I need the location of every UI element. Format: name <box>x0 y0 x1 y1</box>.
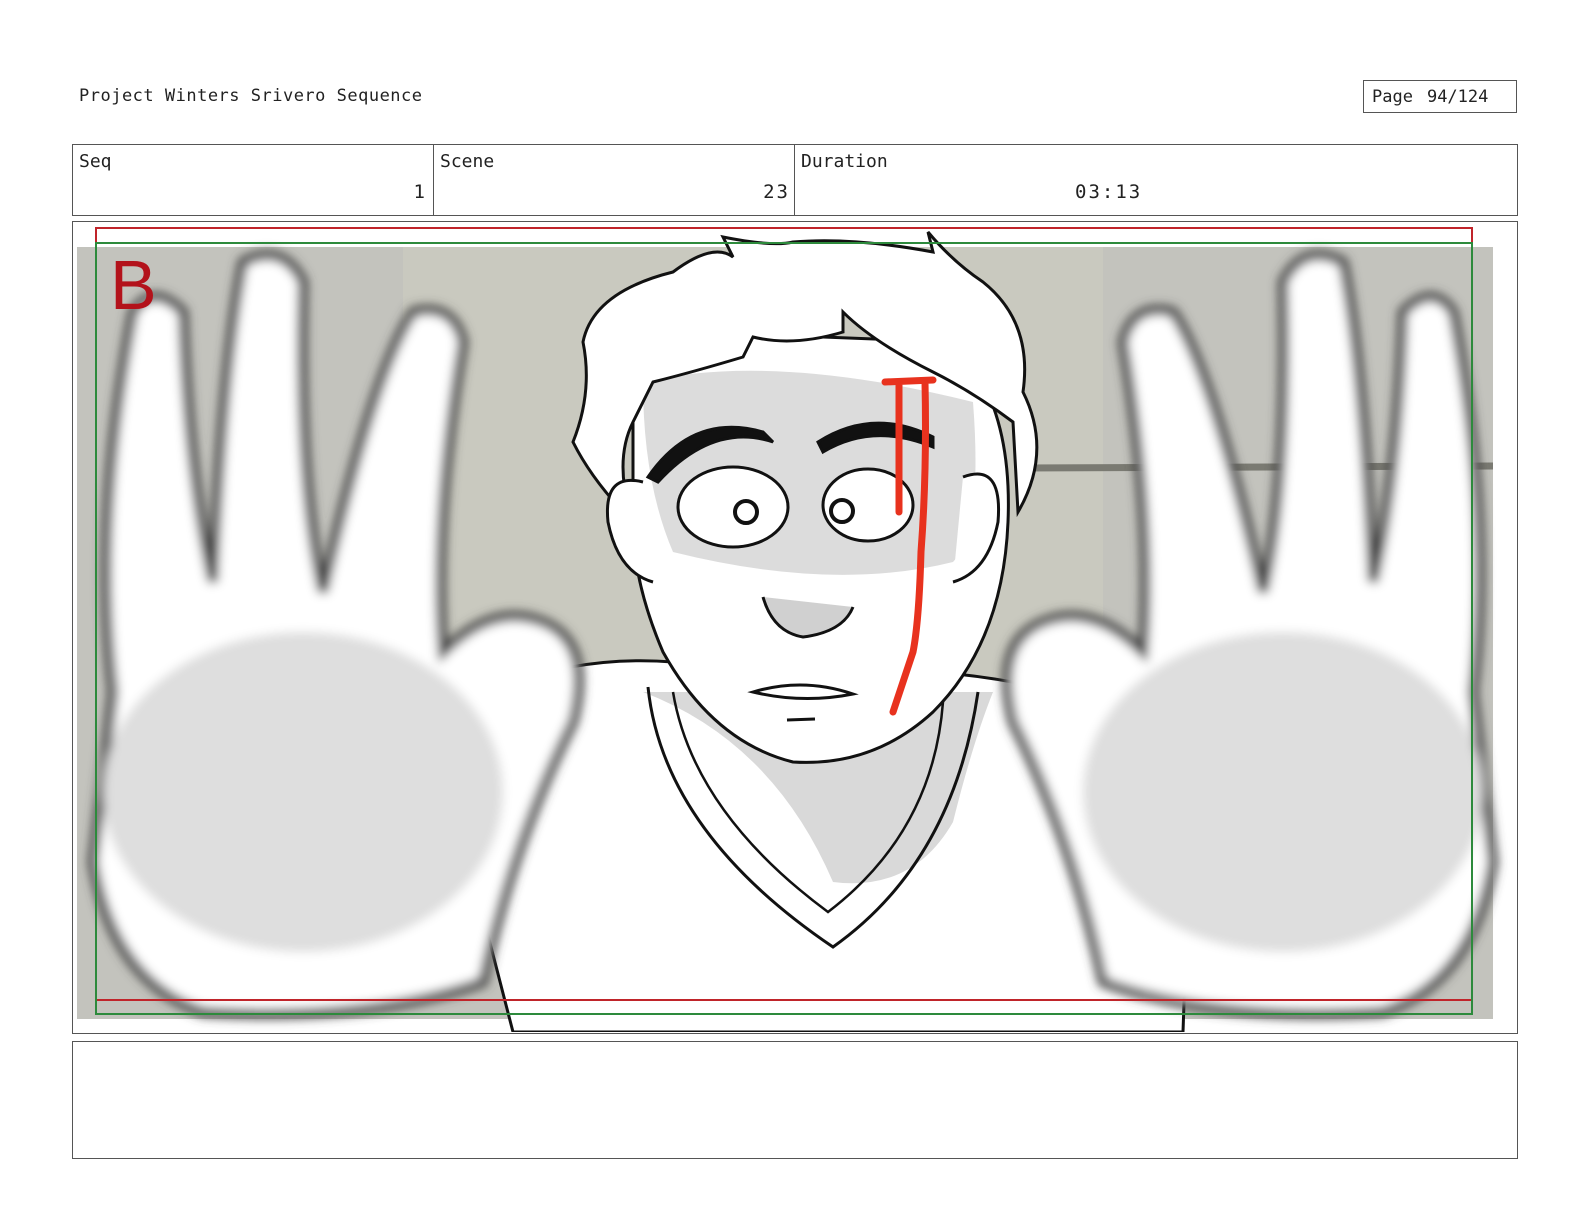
left-eye <box>676 465 790 549</box>
page-number: 94/124 <box>1426 86 1489 107</box>
scene-cell: Scene 23 <box>434 145 795 215</box>
left-pupil <box>733 499 759 525</box>
seq-value: 1 <box>413 181 427 203</box>
page-label: Page <box>1372 86 1413 107</box>
page-indicator: Page 94/124 <box>1363 80 1517 113</box>
storyboard-panel: B <box>72 221 1518 1034</box>
lower-lip <box>786 717 816 722</box>
duration-label: Duration <box>801 151 888 172</box>
notes-box[interactable] <box>72 1041 1518 1159</box>
duration-value: 03:13 <box>1075 181 1143 203</box>
scene-label: Scene <box>440 151 495 172</box>
storyboard-drawing: B <box>77 227 1499 1032</box>
scene-value: 23 <box>763 181 790 203</box>
right-pupil <box>829 498 855 524</box>
shot-info-table: Seq 1 Scene 23 Duration 03:13 <box>72 144 1518 216</box>
seq-cell: Seq 1 <box>73 145 434 215</box>
project-title: Project Winters Srivero Sequence <box>79 86 423 106</box>
duration-cell: Duration 03:13 <box>795 145 1517 215</box>
panel-letter: B <box>110 246 157 324</box>
seq-label: Seq <box>79 151 112 172</box>
